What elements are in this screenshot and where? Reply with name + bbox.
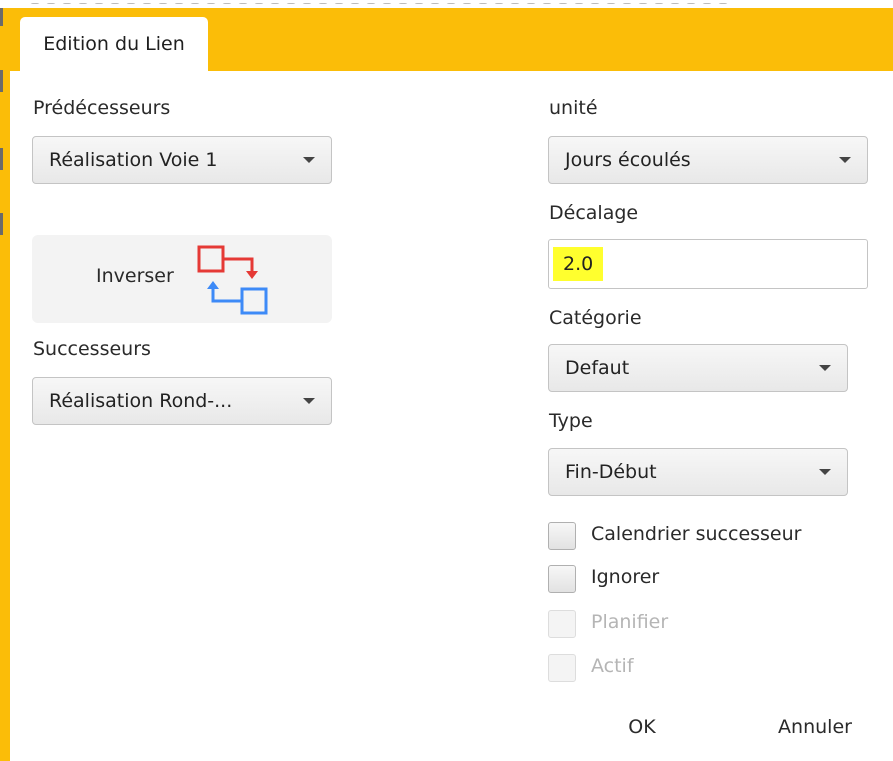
checkbox-box[interactable]: [548, 565, 576, 593]
tab-edition-du-lien[interactable]: Edition du Lien: [20, 17, 208, 71]
category-select[interactable]: Defaut: [548, 344, 848, 392]
unit-select[interactable]: Jours écoulés: [548, 136, 868, 184]
checkbox-label: Actif: [591, 655, 634, 677]
predecessors-value: Réalisation Voie 1: [49, 149, 218, 171]
successors-value: Réalisation Rond-...: [49, 390, 233, 412]
cancel-button[interactable]: Annuler: [762, 716, 868, 738]
offset-input[interactable]: 2.0: [548, 239, 868, 289]
ok-button[interactable]: OK: [612, 716, 672, 738]
offset-value: 2.0: [553, 247, 604, 281]
successors-select[interactable]: Réalisation Rond-...: [32, 377, 332, 425]
successors-label: Successeurs: [33, 338, 151, 360]
chevron-down-icon: [819, 469, 831, 475]
window-left-edge: [0, 8, 10, 761]
invert-button-label: Inverser: [96, 265, 174, 287]
chevron-down-icon: [819, 365, 831, 371]
chevron-down-icon: [303, 398, 315, 404]
offset-label: Décalage: [549, 202, 639, 224]
checkbox-label: Calendrier successeur: [591, 523, 802, 545]
category-value: Defaut: [565, 357, 630, 379]
checkbox-label: Ignorer: [591, 566, 660, 588]
unit-label: unité: [549, 97, 598, 119]
checkbox-box[interactable]: [548, 522, 576, 550]
unit-value: Jours écoulés: [565, 149, 691, 171]
chevron-down-icon: [303, 157, 315, 163]
predecessors-select[interactable]: Réalisation Voie 1: [32, 136, 332, 184]
type-select[interactable]: Fin-Début: [548, 448, 848, 496]
category-label: Catégorie: [549, 307, 642, 329]
checkbox-box: [548, 654, 576, 682]
chevron-down-icon: [839, 157, 851, 163]
type-label: Type: [549, 410, 593, 432]
clipped-title-fragment: [30, 0, 750, 4]
checkbox-label: Planifier: [591, 611, 669, 633]
invert-button[interactable]: Inverser: [32, 235, 332, 323]
top-window-strip: [0, 0, 893, 8]
type-value: Fin-Début: [565, 461, 657, 483]
predecessors-label: Prédécesseurs: [33, 97, 171, 119]
swap-boxes-icon: [197, 245, 268, 315]
checkbox-box: [548, 610, 576, 638]
